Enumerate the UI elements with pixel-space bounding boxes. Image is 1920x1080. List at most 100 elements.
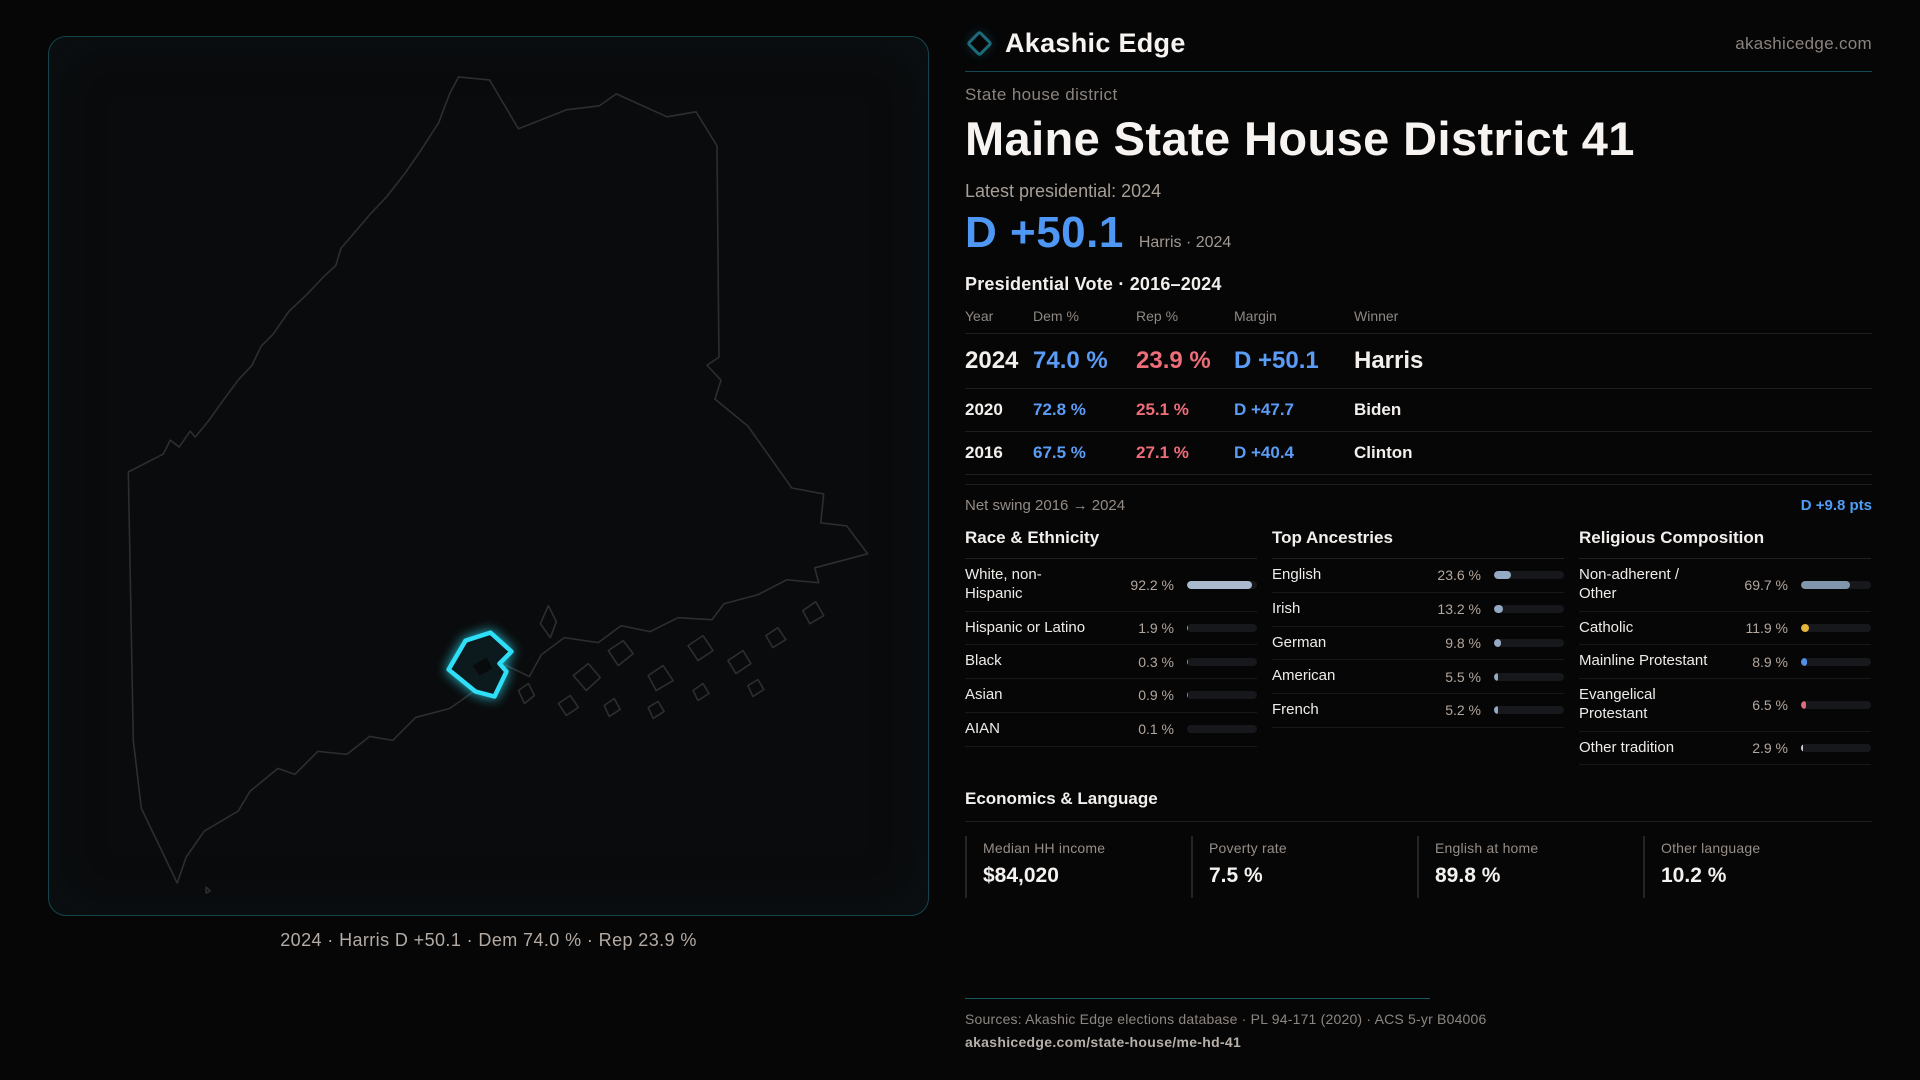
district-highlight bbox=[449, 633, 512, 697]
demo-row-label: Mainline Protestant bbox=[1579, 652, 1719, 671]
table-end-divider bbox=[965, 484, 1872, 485]
demo-row-label: Non-adherent / Other bbox=[1579, 566, 1719, 604]
demo-row: Non-adherent / Other 69.7 % bbox=[1579, 559, 1871, 612]
mini-bar bbox=[1187, 658, 1257, 666]
demo-row-label: Other tradition bbox=[1579, 739, 1719, 758]
demo-row-value: 6.5 % bbox=[1719, 697, 1788, 713]
stat-label: English at home bbox=[1435, 840, 1643, 856]
section-top-ancestries: Top Ancestries English 23.6 % Irish 13.2… bbox=[1272, 528, 1564, 765]
vote-margin: D +50.1 bbox=[1234, 347, 1354, 375]
demo-row-value: 92.2 % bbox=[1093, 577, 1174, 593]
demo-row-label: French bbox=[1272, 701, 1412, 720]
demo-row: Black 0.3 % bbox=[965, 645, 1257, 679]
headline-margin-row: D +50.1 Harris · 2024 bbox=[965, 208, 1872, 258]
demo-row-label: Hispanic or Latino bbox=[965, 619, 1093, 638]
vote-table-header: Year Dem % Rep % Margin Winner bbox=[965, 308, 1872, 334]
demo-row-value: 0.1 % bbox=[1093, 721, 1174, 737]
stat-cell: English at home 89.8 % bbox=[1417, 836, 1643, 898]
footer-divider bbox=[965, 998, 1430, 999]
net-swing-value: D +9.8 pts bbox=[1801, 497, 1872, 514]
permalink-link[interactable]: akashicedge.com/state-house/me-hd-41 bbox=[965, 1034, 1872, 1050]
vote-dem: 74.0 % bbox=[1033, 347, 1136, 375]
demo-row-label: Catholic bbox=[1579, 619, 1719, 638]
brand-domain-link[interactable]: akashicedge.com bbox=[1735, 34, 1872, 54]
demo-row-label: White, non-Hispanic bbox=[965, 566, 1093, 604]
demo-row-value: 2.9 % bbox=[1719, 740, 1788, 756]
mini-bar bbox=[1801, 744, 1871, 752]
brand-name: Akashic Edge bbox=[1005, 28, 1186, 59]
demographics-grid: Race & Ethnicity White, non-Hispanic 92.… bbox=[965, 528, 1872, 765]
demo-row-label: American bbox=[1272, 667, 1412, 686]
footer: Sources: Akashic Edge elections database… bbox=[965, 998, 1872, 1050]
mini-bar bbox=[1494, 605, 1564, 613]
mini-bar bbox=[1494, 673, 1564, 681]
maine-outline bbox=[128, 77, 867, 893]
vote-year: 2024 bbox=[965, 347, 1033, 375]
mini-bar bbox=[1801, 581, 1871, 589]
vote-winner: Biden bbox=[1354, 400, 1872, 420]
district-map-panel bbox=[48, 36, 929, 916]
vote-rep: 25.1 % bbox=[1136, 400, 1234, 420]
report-panel: Akashic Edge akashicedge.com State house… bbox=[965, 0, 1872, 898]
mini-bar bbox=[1187, 624, 1257, 632]
maine-map-svg bbox=[49, 37, 928, 915]
vote-table-title: Presidential Vote · 2016–2024 bbox=[965, 274, 1872, 295]
stat-value: 89.8 % bbox=[1435, 864, 1643, 888]
stat-value: $84,020 bbox=[983, 864, 1191, 888]
demo-row: Hispanic or Latino 1.9 % bbox=[965, 612, 1257, 646]
sources-text: Sources: Akashic Edge elections database… bbox=[965, 1011, 1872, 1027]
demo-row: American 5.5 % bbox=[1272, 660, 1564, 694]
demo-row-value: 11.9 % bbox=[1719, 620, 1788, 636]
section-title: Top Ancestries bbox=[1272, 528, 1564, 559]
vote-winner: Clinton bbox=[1354, 443, 1872, 463]
demo-row-value: 13.2 % bbox=[1412, 601, 1481, 617]
section-race-ethnicity: Race & Ethnicity White, non-Hispanic 92.… bbox=[965, 528, 1257, 765]
demo-row: English 23.6 % bbox=[1272, 559, 1564, 593]
economics-title: Economics & Language bbox=[965, 789, 1872, 809]
page-canvas: 2024 · Harris D +50.1 · Dem 74.0 % · Rep… bbox=[0, 0, 1920, 1080]
demo-row: White, non-Hispanic 92.2 % bbox=[965, 559, 1257, 612]
vote-rep: 27.1 % bbox=[1136, 443, 1234, 463]
section-title: Religious Composition bbox=[1579, 528, 1871, 559]
demo-row: Irish 13.2 % bbox=[1272, 593, 1564, 627]
col-header-dem: Dem % bbox=[1033, 308, 1136, 324]
demo-row: Catholic 11.9 % bbox=[1579, 612, 1871, 646]
demo-row-value: 0.9 % bbox=[1093, 687, 1174, 703]
col-header-year: Year bbox=[965, 308, 1033, 324]
net-swing-label: Net swing 2016 → 2024 bbox=[965, 497, 1125, 514]
vote-rep: 23.9 % bbox=[1136, 347, 1234, 375]
col-header-rep: Rep % bbox=[1136, 308, 1234, 324]
table-row: 2024 74.0 % 23.9 % D +50.1 Harris bbox=[965, 334, 1872, 389]
stat-cell: Median HH income $84,020 bbox=[965, 836, 1191, 898]
demo-row-value: 5.2 % bbox=[1412, 702, 1481, 718]
map-caption: 2024 · Harris D +50.1 · Dem 74.0 % · Rep… bbox=[48, 930, 929, 951]
latest-presidential-label: Latest presidential: 2024 bbox=[965, 181, 1872, 202]
headline-margin-value: D +50.1 bbox=[965, 208, 1124, 258]
page-title: Maine State House District 41 bbox=[965, 111, 1872, 166]
demo-row: Evangelical Protestant 6.5 % bbox=[1579, 679, 1871, 732]
vote-year: 2016 bbox=[965, 443, 1033, 463]
demo-row-value: 8.9 % bbox=[1719, 654, 1788, 670]
demo-row: Asian 0.9 % bbox=[965, 679, 1257, 713]
mini-bar bbox=[1187, 725, 1257, 733]
net-swing-row: Net swing 2016 → 2024 D +9.8 pts bbox=[965, 497, 1872, 514]
vote-margin: D +47.7 bbox=[1234, 400, 1354, 420]
mini-bar bbox=[1494, 639, 1564, 647]
demo-row-label: Black bbox=[965, 652, 1093, 671]
vote-dem: 72.8 % bbox=[1033, 400, 1136, 420]
table-row: 2016 67.5 % 27.1 % D +40.4 Clinton bbox=[965, 432, 1872, 475]
header-divider bbox=[965, 71, 1872, 72]
table-row: 2020 72.8 % 25.1 % D +47.7 Biden bbox=[965, 389, 1872, 432]
stat-cell: Poverty rate 7.5 % bbox=[1191, 836, 1417, 898]
demo-row-value: 1.9 % bbox=[1093, 620, 1174, 636]
demo-row-label: Irish bbox=[1272, 600, 1412, 619]
demo-row: Mainline Protestant 8.9 % bbox=[1579, 645, 1871, 679]
demo-row-value: 9.8 % bbox=[1412, 635, 1481, 651]
demo-row-value: 5.5 % bbox=[1412, 669, 1481, 685]
demo-row: AIAN 0.1 % bbox=[965, 713, 1257, 747]
demo-row-label: German bbox=[1272, 634, 1412, 653]
kicker-label: State house district bbox=[965, 85, 1872, 105]
col-header-margin: Margin bbox=[1234, 308, 1354, 324]
diamond-logo-icon bbox=[966, 30, 993, 57]
mini-bar bbox=[1801, 658, 1871, 666]
